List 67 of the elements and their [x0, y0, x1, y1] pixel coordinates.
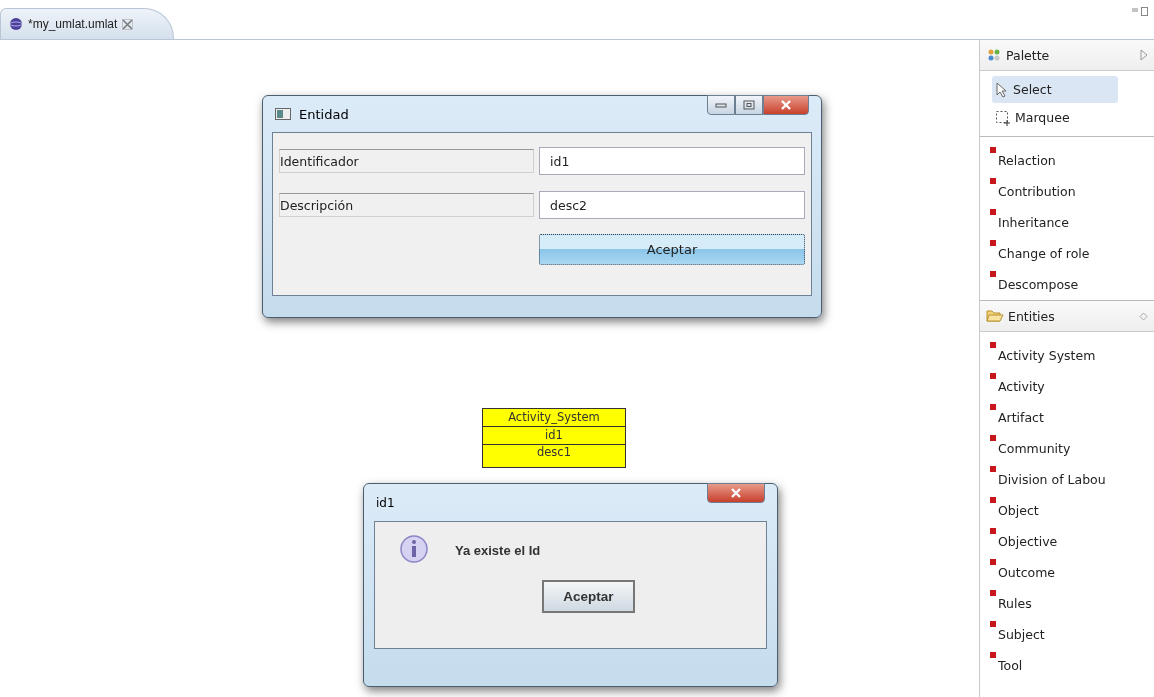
square-icon	[990, 435, 996, 441]
palette-item[interactable]: Relaction	[990, 141, 1154, 172]
palette-item[interactable]: Tool	[990, 646, 1154, 677]
palette-item[interactable]: Artifact	[990, 398, 1154, 429]
square-icon	[990, 178, 996, 184]
drawer-header[interactable]: Entities	[980, 301, 1154, 332]
square-icon	[990, 528, 996, 534]
minimize-icon	[715, 102, 727, 108]
minimize-button[interactable]	[707, 95, 735, 115]
node-title: Activity_System	[483, 409, 625, 427]
palette-item[interactable]: Outcome	[990, 553, 1154, 584]
palette-item[interactable]: Community	[990, 429, 1154, 460]
palette-item[interactable]: Activity System	[990, 336, 1154, 367]
square-icon	[990, 373, 996, 379]
accept-button[interactable]: Aceptar	[539, 233, 805, 265]
field-label: Descripción	[279, 193, 534, 217]
square-icon	[990, 497, 996, 503]
minimize-maximize-icon[interactable]	[1132, 6, 1148, 16]
square-icon	[990, 621, 996, 627]
close-button[interactable]	[707, 483, 765, 503]
expand-arrow-icon[interactable]	[1140, 49, 1148, 61]
square-icon	[990, 240, 996, 246]
field-label: Identificador	[279, 149, 534, 173]
marquee-icon	[995, 109, 1011, 126]
palette-item[interactable]: Change of role	[990, 234, 1154, 265]
palette-item[interactable]: Division of Labou	[990, 460, 1154, 491]
palette-item[interactable]: Contribution	[990, 172, 1154, 203]
accept-button[interactable]: Aceptar	[542, 580, 635, 613]
palette-item[interactable]: Object	[990, 491, 1154, 522]
palette-item[interactable]: Descompose	[990, 265, 1154, 296]
input-field[interactable]: id1	[539, 147, 805, 175]
palette-item[interactable]: Objective	[990, 522, 1154, 553]
close-icon	[730, 488, 742, 498]
square-icon	[990, 209, 996, 215]
close-icon	[780, 100, 792, 110]
node-attribute: desc1	[536, 445, 572, 461]
window-icon	[275, 108, 291, 120]
square-icon	[990, 342, 996, 348]
input-field[interactable]: desc2	[539, 191, 805, 219]
window-title: id1	[376, 495, 395, 510]
palette-tool[interactable]: Select	[992, 76, 1118, 103]
square-icon	[990, 652, 996, 658]
close-button[interactable]	[763, 95, 809, 115]
close-icon[interactable]	[122, 18, 134, 30]
palette-item[interactable]: Rules	[990, 584, 1154, 615]
window-title: Entidad	[299, 106, 349, 122]
maximize-button[interactable]	[735, 95, 763, 115]
message-text: Ya existe el Id	[455, 542, 541, 558]
square-icon	[990, 271, 996, 277]
palette-tool[interactable]: Marquee	[992, 104, 1118, 131]
node-attribute: id1	[483, 427, 625, 445]
folder-icon	[986, 309, 1004, 323]
square-icon	[990, 147, 996, 153]
palette-item[interactable]: Subject	[990, 615, 1154, 646]
info-icon	[399, 534, 429, 566]
globe-icon	[9, 17, 23, 31]
palette-item[interactable]: Inheritance	[990, 203, 1154, 234]
square-icon	[990, 559, 996, 565]
palette-title: Palette	[1006, 47, 1050, 63]
square-icon	[990, 590, 996, 596]
square-icon	[990, 466, 996, 472]
editor-tab[interactable]: *my_umlat.umlat	[0, 8, 175, 39]
square-icon	[990, 404, 996, 410]
palette-icon	[986, 47, 1002, 63]
palette-item[interactable]: Activity	[990, 367, 1154, 398]
maximize-icon	[743, 100, 755, 110]
pointer-icon	[995, 81, 1009, 98]
